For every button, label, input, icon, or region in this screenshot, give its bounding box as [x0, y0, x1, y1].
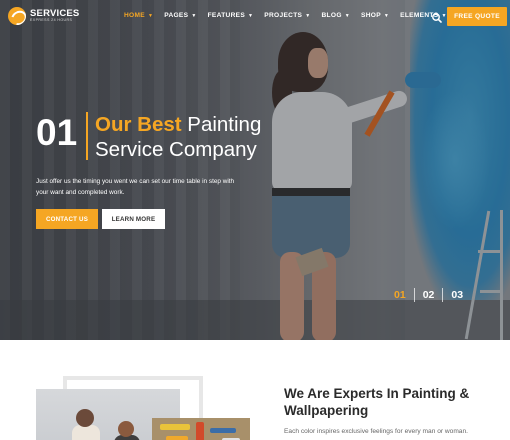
logo-title: SERVICES: [30, 7, 80, 19]
headline-line1-rest: Painting: [187, 113, 262, 136]
slider-pagination: 01 02 03: [394, 288, 463, 302]
slide-separator: [442, 288, 444, 302]
learn-more-button[interactable]: LEARN MORE: [102, 209, 165, 229]
site-header: SERVICES EXPRESS 24 HOURS HOME ▼ PAGES ▼…: [0, 0, 510, 34]
slide-divider: [86, 112, 88, 160]
nav-item-label: PROJECTS: [264, 12, 303, 19]
free-quote-button[interactable]: FREE QUOTE: [447, 7, 507, 26]
nav-item-label: BLOG: [321, 12, 342, 19]
nav-item-blog[interactable]: BLOG ▼: [322, 12, 351, 19]
search-icon[interactable]: [431, 11, 443, 23]
nav-item-label: FEATURES: [207, 12, 246, 19]
nav-item-home[interactable]: HOME ▼: [124, 12, 153, 19]
nav-item-projects[interactable]: PROJECTS ▼: [264, 12, 310, 19]
chevron-down-icon: ▼: [248, 12, 254, 19]
slide-dot-03[interactable]: 03: [451, 289, 463, 301]
logo-tagline: EXPRESS 24 HOURS: [30, 18, 73, 23]
site-logo[interactable]: SERVICES EXPRESS 24 HOURS: [8, 7, 79, 25]
tools-photo: [152, 418, 250, 440]
nav-item-label: SHOP: [361, 12, 381, 19]
hero-headline: Our Best Painting Service Company: [95, 112, 261, 162]
about-title: We Are Experts In Painting & Wallpaperin…: [284, 386, 470, 418]
chevron-down-icon: ▼: [344, 12, 350, 19]
chevron-down-icon: ▼: [305, 12, 311, 19]
nav-item-pages[interactable]: PAGES ▼: [164, 12, 196, 19]
page: SERVICES EXPRESS 24 HOURS HOME ▼ PAGES ▼…: [0, 0, 510, 440]
contact-us-button[interactable]: CONTACT US: [36, 209, 98, 229]
nav-item-shop[interactable]: SHOP ▼: [361, 12, 389, 19]
chevron-down-icon: ▼: [383, 12, 390, 19]
about-text: Each color inspires exclusive feelings f…: [284, 428, 468, 435]
chevron-down-icon: ▼: [191, 12, 197, 19]
nav-item-label: HOME: [124, 12, 145, 19]
nav-item-label: PAGES: [164, 12, 189, 19]
about-section: We Are Experts In Painting & Wallpaperin…: [0, 340, 510, 440]
headline-accent: Our Best: [95, 113, 182, 136]
nav-item-features[interactable]: FEATURES ▼: [208, 12, 254, 19]
logo-icon: [8, 7, 26, 25]
slide-separator: [413, 288, 415, 302]
chevron-down-icon: ▼: [147, 12, 154, 19]
headline-line2: Service Company: [95, 138, 257, 161]
hero-description: Just offer us the timing you went we can…: [36, 178, 235, 196]
slide-number: 01: [36, 112, 78, 153]
slide-dot-02[interactable]: 02: [423, 289, 435, 301]
main-nav: HOME ▼ PAGES ▼ FEATURES ▼ PROJECTS ▼ BLO…: [124, 12, 458, 19]
slide-dot-01[interactable]: 01: [394, 289, 406, 301]
